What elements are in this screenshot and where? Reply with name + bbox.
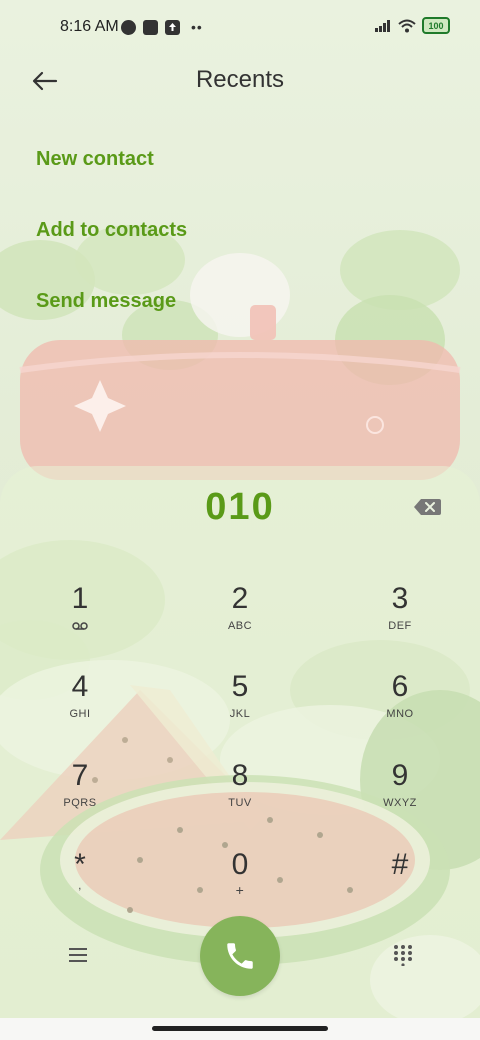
key-hash[interactable]: # <box>345 848 455 918</box>
key-digit: 0 <box>231 848 249 881</box>
key-letters: MNO <box>386 708 414 720</box>
status-bar: 8:16 AM •• 100 <box>0 0 480 56</box>
key-6[interactable]: 6 MNO <box>345 670 455 740</box>
key-digit: 5 <box>231 670 249 703</box>
key-8[interactable]: 8 TUV <box>185 759 295 829</box>
key-4[interactable]: 4 GHI <box>25 670 135 740</box>
key-3[interactable]: 3 DEF <box>345 582 455 652</box>
phone-icon <box>227 943 253 969</box>
new-contact-action[interactable]: New contact <box>36 148 154 171</box>
status-time: 8:16 AM <box>60 18 119 35</box>
key-letters: + <box>235 882 245 898</box>
voicemail-icon <box>72 622 88 630</box>
key-letters: JKL <box>229 708 251 720</box>
key-1[interactable]: 1 <box>25 582 135 652</box>
key-digit: 8 <box>231 759 249 792</box>
key-digit: 3 <box>391 582 409 615</box>
key-digit: # <box>391 848 409 881</box>
battery-icon: 100 <box>422 17 450 34</box>
key-letters: WXYZ <box>383 797 417 809</box>
key-digit: 1 <box>71 582 89 615</box>
home-indicator[interactable] <box>152 1026 328 1031</box>
key-letters: , <box>78 880 82 892</box>
key-letters: ABC <box>227 620 253 632</box>
key-digit: * <box>74 848 86 881</box>
more-dots-icon: •• <box>191 19 203 35</box>
key-5[interactable]: 5 JKL <box>185 670 295 740</box>
send-message-action[interactable]: Send message <box>36 290 176 313</box>
call-button[interactable] <box>200 916 280 996</box>
key-letters: PQRS <box>63 797 97 809</box>
wifi-icon <box>398 19 416 32</box>
key-0[interactable]: 0 + <box>185 848 295 918</box>
status-icons-right: 100 <box>374 17 450 34</box>
add-to-contacts-action[interactable]: Add to contacts <box>36 219 187 242</box>
app-notification-icon <box>143 19 158 35</box>
page-title: Recents <box>195 66 285 93</box>
key-7[interactable]: 7 PQRS <box>25 759 135 829</box>
dialed-number[interactable]: 010 <box>0 486 480 529</box>
dialpad-icon[interactable] <box>392 944 414 966</box>
key-star[interactable]: * , <box>25 848 135 918</box>
signal-icon <box>375 19 390 32</box>
menu-icon[interactable] <box>66 944 90 966</box>
key-letters: TUV <box>228 797 252 809</box>
backspace-button[interactable] <box>412 496 442 518</box>
status-icons-left: •• <box>121 19 203 35</box>
key-2[interactable]: 2 ABC <box>185 582 295 652</box>
key-digit: 4 <box>71 670 89 703</box>
key-digit: 9 <box>391 759 409 792</box>
key-digit: 6 <box>391 670 409 703</box>
key-digit: 2 <box>231 582 249 615</box>
key-letters: DEF <box>388 620 412 632</box>
key-digit: 7 <box>71 759 89 792</box>
upload-icon <box>165 19 180 35</box>
key-9[interactable]: 9 WXYZ <box>345 759 455 829</box>
key-letters: GHI <box>69 708 91 720</box>
data-saver-icon <box>121 19 136 35</box>
